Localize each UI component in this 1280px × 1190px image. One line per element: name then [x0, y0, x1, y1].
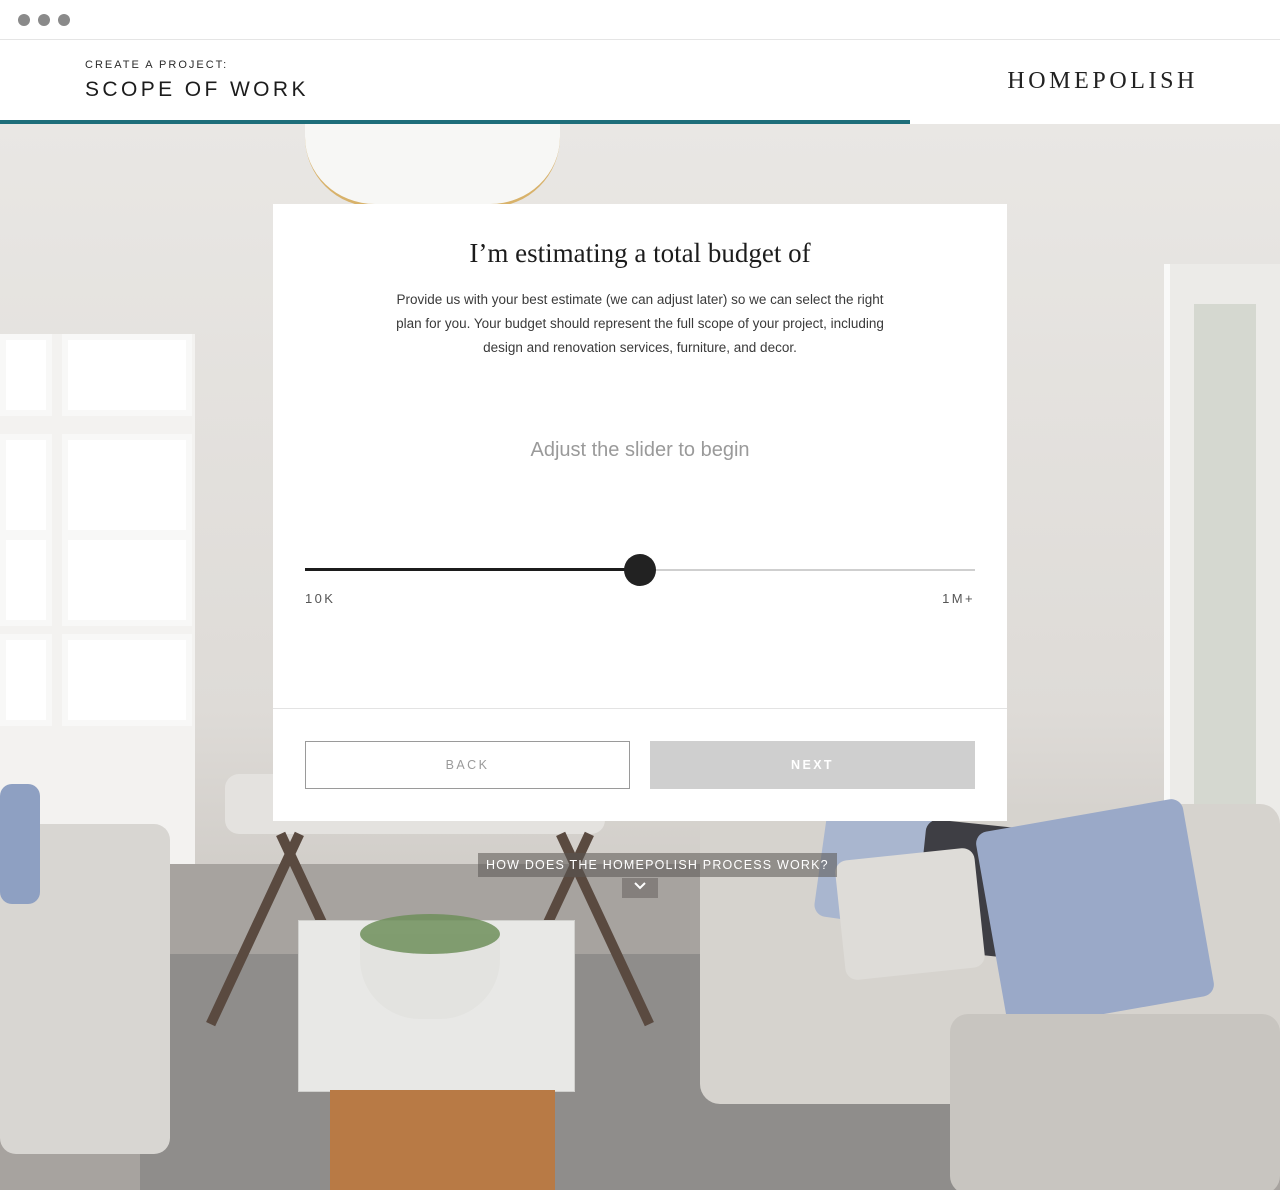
slider-fill: [305, 568, 640, 571]
french-door: [1164, 264, 1280, 884]
budget-modal: I’m estimating a total budget of Provide…: [273, 204, 1007, 821]
window-dot-icon[interactable]: [58, 14, 70, 26]
chevron-down-icon[interactable]: [622, 878, 658, 898]
page-title: SCOPE OF WORK: [85, 78, 309, 101]
window-dot-icon[interactable]: [38, 14, 50, 26]
chandelier: [305, 124, 560, 207]
process-link[interactable]: HOW DOES THE HOMEPOLISH PROCESS WORK?: [478, 853, 837, 877]
modal-divider: [273, 708, 1007, 709]
pillow: [974, 797, 1216, 1031]
header-eyebrow: CREATE A PROJECT:: [85, 59, 229, 71]
window-dot-icon[interactable]: [18, 14, 30, 26]
plant: [360, 914, 500, 954]
sofa-right-front: [950, 1014, 1280, 1190]
brand-logo[interactable]: HOMEPOLISH: [1007, 68, 1198, 95]
back-button[interactable]: BACK: [305, 741, 630, 789]
slider-min-label: 10K: [305, 591, 336, 606]
next-button[interactable]: NEXT: [650, 741, 975, 789]
budget-slider[interactable]: [305, 554, 975, 586]
page-header: CREATE A PROJECT: SCOPE OF WORK HOMEPOLI…: [0, 40, 1280, 120]
slider-max-label: 1M+: [942, 591, 975, 606]
slider-hint: Adjust the slider to begin: [530, 439, 750, 461]
modal-title: I’m estimating a total budget of: [469, 238, 811, 268]
window-titlebar: [0, 0, 1280, 40]
pillow: [834, 847, 986, 981]
slider-thumb[interactable]: [624, 554, 656, 586]
pillow: [0, 784, 40, 904]
modal-description: Provide us with your best estimate (we c…: [396, 292, 884, 355]
coffee-table-base: [330, 1090, 555, 1190]
